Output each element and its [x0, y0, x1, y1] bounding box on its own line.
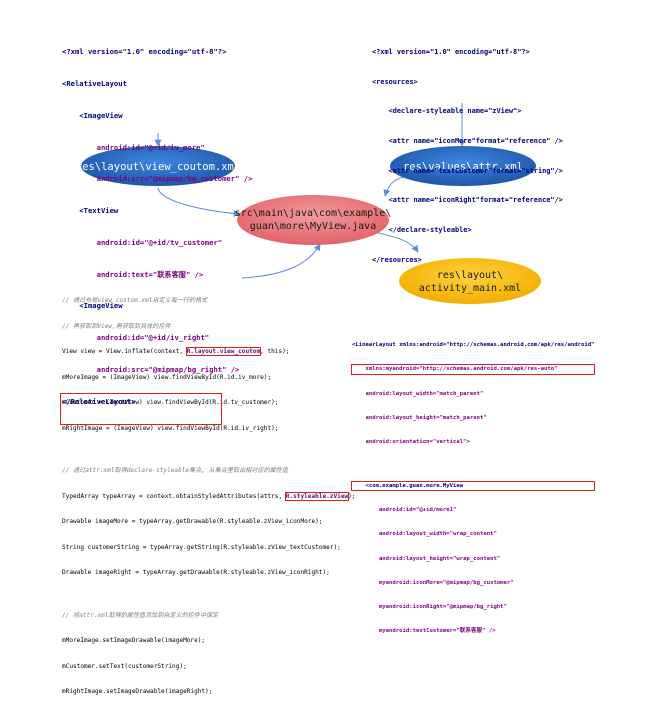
activity-xml-myview-line: <com.example.guan.more.MyView	[350, 480, 596, 491]
attr-xml-line: <resources>	[372, 77, 418, 86]
java-comment: // 通过布局view_custom.xml自定义每一行的格式	[62, 297, 208, 304]
highlight-styleable-ref: R.styleable.zView	[284, 491, 350, 501]
attr-xml-code: <?xml version="1.0" encoding="utf-8"?> <…	[372, 28, 563, 276]
layout-xml-line: android:id="@+id/iv_more"	[62, 142, 205, 152]
activity-xml-line: myandroid:iconRight="@mipmap/bg_right"	[352, 604, 507, 611]
layout-xml-line: android:id="@+id/tv_customer"	[62, 237, 223, 247]
attr-xml-line: <attr name="iconRight"format="reference"…	[372, 196, 563, 205]
java-line: mRightImage.setImageDrawable(imageRight)…	[62, 688, 213, 695]
node-java-file-label-line1: src\main\java\com\example\	[235, 208, 392, 219]
node-java-file-label-line2: guan\more\MyView.java	[250, 221, 376, 232]
java-line: mCustomer.setText(customerString);	[62, 662, 187, 670]
java-line: Drawable imageRight = typeArray.getDrawa…	[62, 569, 330, 576]
activity-xml-line: myandroid:iconMore="@mipmap/bg_customer"	[352, 579, 514, 586]
java-line: Drawable imageMore = typeArray.getDrawab…	[62, 518, 323, 525]
layout-xml-line: <RelativeLayout	[62, 78, 127, 88]
java-line-part: , this);	[260, 348, 290, 355]
attr-xml-line: <attr name="textCustomer"format="string"…	[372, 166, 563, 175]
highlight-layout-ref: R.layout.view_coutom	[185, 347, 262, 356]
activity-xml-line: myandroid:textCustomer="联系客服" />	[352, 628, 496, 635]
attr-xml-line: </declare-styleable>	[372, 226, 472, 235]
java-line-part: TypedArray typeArray = context.obtainSty…	[62, 492, 286, 500]
activity-xml-line: android:layout_width="wrap_content"	[352, 531, 497, 538]
activity-xml-line: <LinearLayout xmlns:android="http://sche…	[352, 342, 595, 349]
attr-xml-line: <attr name="iconMore"format="reference" …	[372, 136, 563, 145]
java-line: View view = View.inflate(context, R.layo…	[62, 347, 356, 357]
java-code: // 通过布局view_custom.xml自定义每一行的格式 // 再获取到V…	[62, 280, 356, 705]
layout-xml-line: android:text="联系客服" />	[62, 269, 204, 279]
node-java-file	[237, 195, 389, 245]
java-line: mMoreImage.setImageDrawable(imageMore);	[62, 637, 206, 644]
java-line: String customerString = typeArray.getStr…	[62, 543, 341, 551]
layout-xml-line: <TextView	[62, 206, 119, 216]
layout-xml-line: android:src="@mipmap/bg_customer" />	[62, 174, 253, 184]
activity-xml-blank	[352, 463, 594, 466]
arrow-code-to-java	[241, 243, 321, 279]
java-line: mRightImage = (ImageView) view.findViewB…	[62, 424, 279, 432]
layout-xml-line: <?xml version="1.0" encoding="utf-8"?>	[62, 47, 227, 57]
highlight-box-setters	[60, 393, 222, 425]
attr-xml-line: <declare-styleable name="zView">	[372, 107, 522, 116]
activity-xml-line: android:layout_height="wrap_content"	[352, 555, 501, 562]
java-line-part: View view = View.inflate(context,	[62, 348, 187, 355]
activity-xml-line: android:layout_width="match_parent"	[352, 390, 484, 397]
java-line: TypedArray typeArray = context.obtainSty…	[62, 491, 356, 502]
java-line: mMoreImage = (ImageView) view.findViewBy…	[62, 373, 272, 381]
java-comment: // 再获取到View,再获取到具体的控件	[62, 322, 171, 330]
attr-xml-line: <?xml version="1.0" encoding="utf-8"?>	[372, 47, 530, 56]
layout-xml-line: <ImageView	[62, 110, 123, 120]
attr-xml-line: </resources>	[372, 255, 422, 264]
activity-xml-line: android:id="@+id/more1"	[352, 507, 457, 514]
node-activity-file-label-line2: activity_main.xml	[419, 283, 521, 294]
activity-xml-namespace-line: xmlns:myandroid="http://schemas.android.…	[350, 364, 596, 375]
activity-xml-line: android:orientation="vertical">	[352, 439, 470, 446]
activity-xml-line: android:layout_height="match_parent"	[352, 415, 487, 422]
java-comment: // 将attr.xml取得的属性值添加到自定义的控件中保定	[62, 611, 219, 619]
java-comment: // 通过attr.xml取得declare-styleable集合, 从集合里…	[62, 467, 288, 474]
activity-xml-code: <LinearLayout xmlns:android="http://sche…	[350, 325, 596, 644]
